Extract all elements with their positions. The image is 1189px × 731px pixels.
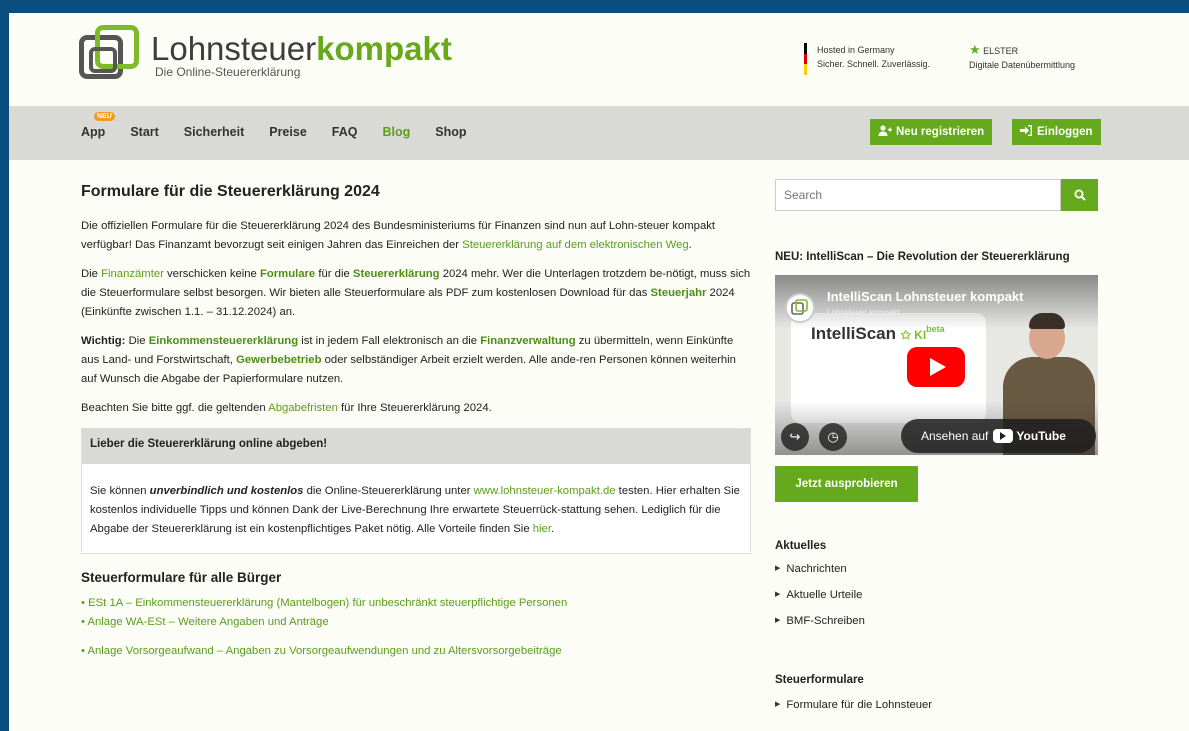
promo-box: Lieber die Steuererklärung online abgebe… xyxy=(81,428,751,554)
promo-box-text: Sie können unverbindlich und kostenlos d… xyxy=(90,485,740,535)
main-content: Formulare für die Steuererklärung 2024 D… xyxy=(81,183,751,661)
site-logo[interactable]: Lohnsteuerkompakt Die Online-Steuererklä… xyxy=(79,25,452,87)
play-button[interactable] xyxy=(907,347,965,387)
sidebar-item-urteile[interactable]: ▶ Aktuelle Urteile xyxy=(775,582,1098,608)
login-label: Einloggen xyxy=(1037,126,1093,138)
sparkle-icon: ✩ xyxy=(900,328,911,342)
try-now-button[interactable]: Jetzt ausprobieren xyxy=(775,466,918,502)
badge-line: ELSTER xyxy=(983,46,1019,56)
sidebar-item-bmf[interactable]: ▶ BMF-Schreiben xyxy=(775,608,1098,634)
search-input[interactable] xyxy=(775,179,1061,211)
form-link[interactable]: • Anlage WA-ESt – Weitere Angaben und An… xyxy=(81,616,329,628)
channel-avatar-icon[interactable] xyxy=(785,293,815,323)
nav-item-faq[interactable]: FAQ xyxy=(332,125,358,139)
link-finanzaemter[interactable]: Finanzämter xyxy=(101,268,164,280)
link-steuerjahr[interactable]: Steuerjahr xyxy=(651,287,707,299)
login-button[interactable]: Einloggen xyxy=(1012,119,1101,145)
search-icon xyxy=(1074,189,1086,201)
sidebar-item-nachrichten[interactable]: ▶ Nachrichten xyxy=(775,556,1098,582)
paragraph-formulare: Die Finanzämter verschicken keine Formul… xyxy=(81,268,751,318)
badge-line: Sicher. Schnell. Zuverlässig. xyxy=(817,59,931,69)
watch-on-youtube-button[interactable]: Ansehen auf YouTube xyxy=(901,419,1096,453)
link-hier[interactable]: hier xyxy=(533,523,551,535)
page: Lohnsteuerkompakt Die Online-Steuererklä… xyxy=(9,13,1189,731)
video-heading: NEU: IntelliScan – Die Revolution der St… xyxy=(775,251,1070,263)
link-steuererklaerung[interactable]: Steuererklärung xyxy=(353,268,440,280)
paragraph-intro: Die offiziellen Formulare für die Steuer… xyxy=(81,220,716,251)
sidebar: NEU: IntelliScan – Die Revolution der St… xyxy=(775,179,1098,718)
page-title: Formulare für die Steuererklärung 2024 xyxy=(81,183,380,200)
link-gewerbebetrieb[interactable]: Gewerbebetrieb xyxy=(236,354,321,366)
logo-title: Lohnsteuerkompakt xyxy=(151,30,452,67)
news-heading: Aktuelles xyxy=(775,540,827,552)
nav-item-app[interactable]: App NEU xyxy=(81,112,115,139)
list-item: • ESt 1A – Einkommensteuererklärung (Man… xyxy=(81,594,751,613)
play-icon xyxy=(929,358,946,376)
video-channel: Lohnsteuer kompakt xyxy=(827,308,900,317)
link-elektronisch[interactable]: Steuererklärung auf dem elektronischen W… xyxy=(462,239,688,251)
search-button[interactable] xyxy=(1061,179,1098,211)
clock-icon: ◷ xyxy=(827,429,839,444)
link-einkommensteuererklaerung[interactable]: Einkommensteuererklärung xyxy=(149,335,298,347)
paragraph-abgabefristen: Beachten Sie bitte ggf. die geltenden Ab… xyxy=(81,402,492,414)
video-brand: IntelliScan ✩ KIbeta xyxy=(811,324,945,343)
triangle-bullet-icon: ▶ xyxy=(775,565,781,572)
sign-in-icon xyxy=(1020,125,1033,139)
link-formulare[interactable]: Formulare xyxy=(260,268,315,280)
triangle-bullet-icon: ▶ xyxy=(775,701,781,708)
user-plus-icon xyxy=(878,125,892,139)
register-label: Neu registrieren xyxy=(896,126,985,138)
nav-item-blog[interactable]: Blog xyxy=(382,125,410,139)
register-button[interactable]: Neu registrieren xyxy=(870,119,993,145)
logo-subtitle: Die Online-Steuererklärung xyxy=(155,65,301,79)
nav-item-preise[interactable]: Preise xyxy=(269,125,307,139)
german-flag-icon xyxy=(804,43,807,76)
form-link[interactable]: • ESt 1A – Einkommensteuererklärung (Man… xyxy=(81,597,567,609)
video-title[interactable]: IntelliScan Lohnsteuer kompakt xyxy=(827,289,1024,304)
video-embed[interactable]: IntelliScan Lohnsteuer kompakt Lohnsteue… xyxy=(775,275,1098,455)
watch-later-button[interactable]: ◷ xyxy=(819,423,847,451)
star-icon: ★ xyxy=(969,42,981,57)
youtube-logo: YouTube xyxy=(993,429,1066,443)
link-abgabefristen[interactable]: Abgabefristen xyxy=(268,402,338,414)
site-header: Lohnsteuerkompakt Die Online-Steuererklä… xyxy=(9,13,1189,105)
hosted-in-germany-badge: Hosted in Germany Sicher. Schnell. Zuver… xyxy=(804,43,931,76)
main-nav: App NEU Start Sicherheit Preise FAQ Blog… xyxy=(9,106,1189,160)
section-heading: Steuerformulare für alle Bürger xyxy=(81,570,282,585)
share-icon: ↪ xyxy=(789,429,801,444)
list-item: • Anlage Vorsorgeaufwand – Angaben zu Vo… xyxy=(81,642,751,661)
promo-box-title: Lieber die Steuererklärung online abgebe… xyxy=(82,429,750,464)
new-badge: NEU xyxy=(94,112,115,121)
badge-line: Digitale Datenübermittlung xyxy=(969,60,1076,70)
badge-line: Hosted in Germany xyxy=(817,45,895,55)
sidebar-item-lohnsteuer-formulare[interactable]: ▶ Formulare für die Lohnsteuer xyxy=(775,692,1098,718)
share-button[interactable]: ↪ xyxy=(781,423,809,451)
watch-label: Ansehen auf xyxy=(921,429,989,443)
forms-heading: Steuerformulare xyxy=(775,674,864,686)
nav-item-sicherheit[interactable]: Sicherheit xyxy=(184,125,244,139)
link-lohnsteuer-kompakt[interactable]: www.lohnsteuer-kompakt.de xyxy=(474,485,616,497)
nav-item-start[interactable]: Start xyxy=(130,125,158,139)
triangle-bullet-icon: ▶ xyxy=(775,591,781,598)
elster-badge: ★ ELSTER Digitale Datenübermittlung xyxy=(969,43,1075,72)
search-bar xyxy=(775,179,1098,211)
list-item: • Anlage WA-ESt – Weitere Angaben und An… xyxy=(81,613,751,632)
form-link[interactable]: • Anlage Vorsorgeaufwand – Angaben zu Vo… xyxy=(81,645,562,657)
logo-mark-icon xyxy=(79,25,145,87)
paragraph-wichtig: Wichtig: Die Einkommensteuererklärung is… xyxy=(81,335,736,385)
triangle-bullet-icon: ▶ xyxy=(775,617,781,624)
link-finanzverwaltung[interactable]: Finanzverwaltung xyxy=(480,335,575,347)
nav-item-shop[interactable]: Shop xyxy=(435,125,466,139)
